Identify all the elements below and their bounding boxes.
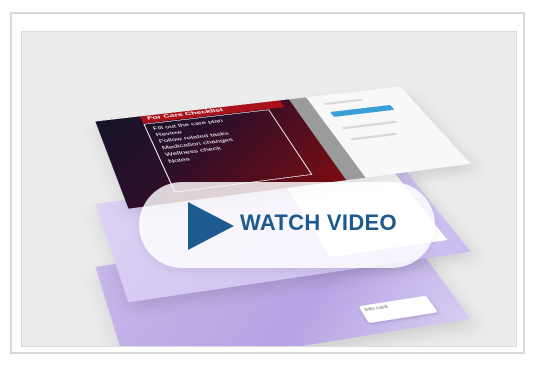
- watch-video-label[interactable]: WATCH VIDEO: [240, 210, 397, 236]
- preview-line: [323, 98, 364, 106]
- preview-card: Info card: [358, 295, 438, 324]
- preview-line: [341, 120, 398, 130]
- preview-line: [350, 132, 398, 141]
- play-icon[interactable]: [188, 202, 234, 250]
- preview-button: [330, 104, 395, 117]
- preview-card-label: Info card: [363, 304, 390, 313]
- video-thumbnail[interactable]: Info card For Care Checklist Fill out th…: [21, 31, 517, 347]
